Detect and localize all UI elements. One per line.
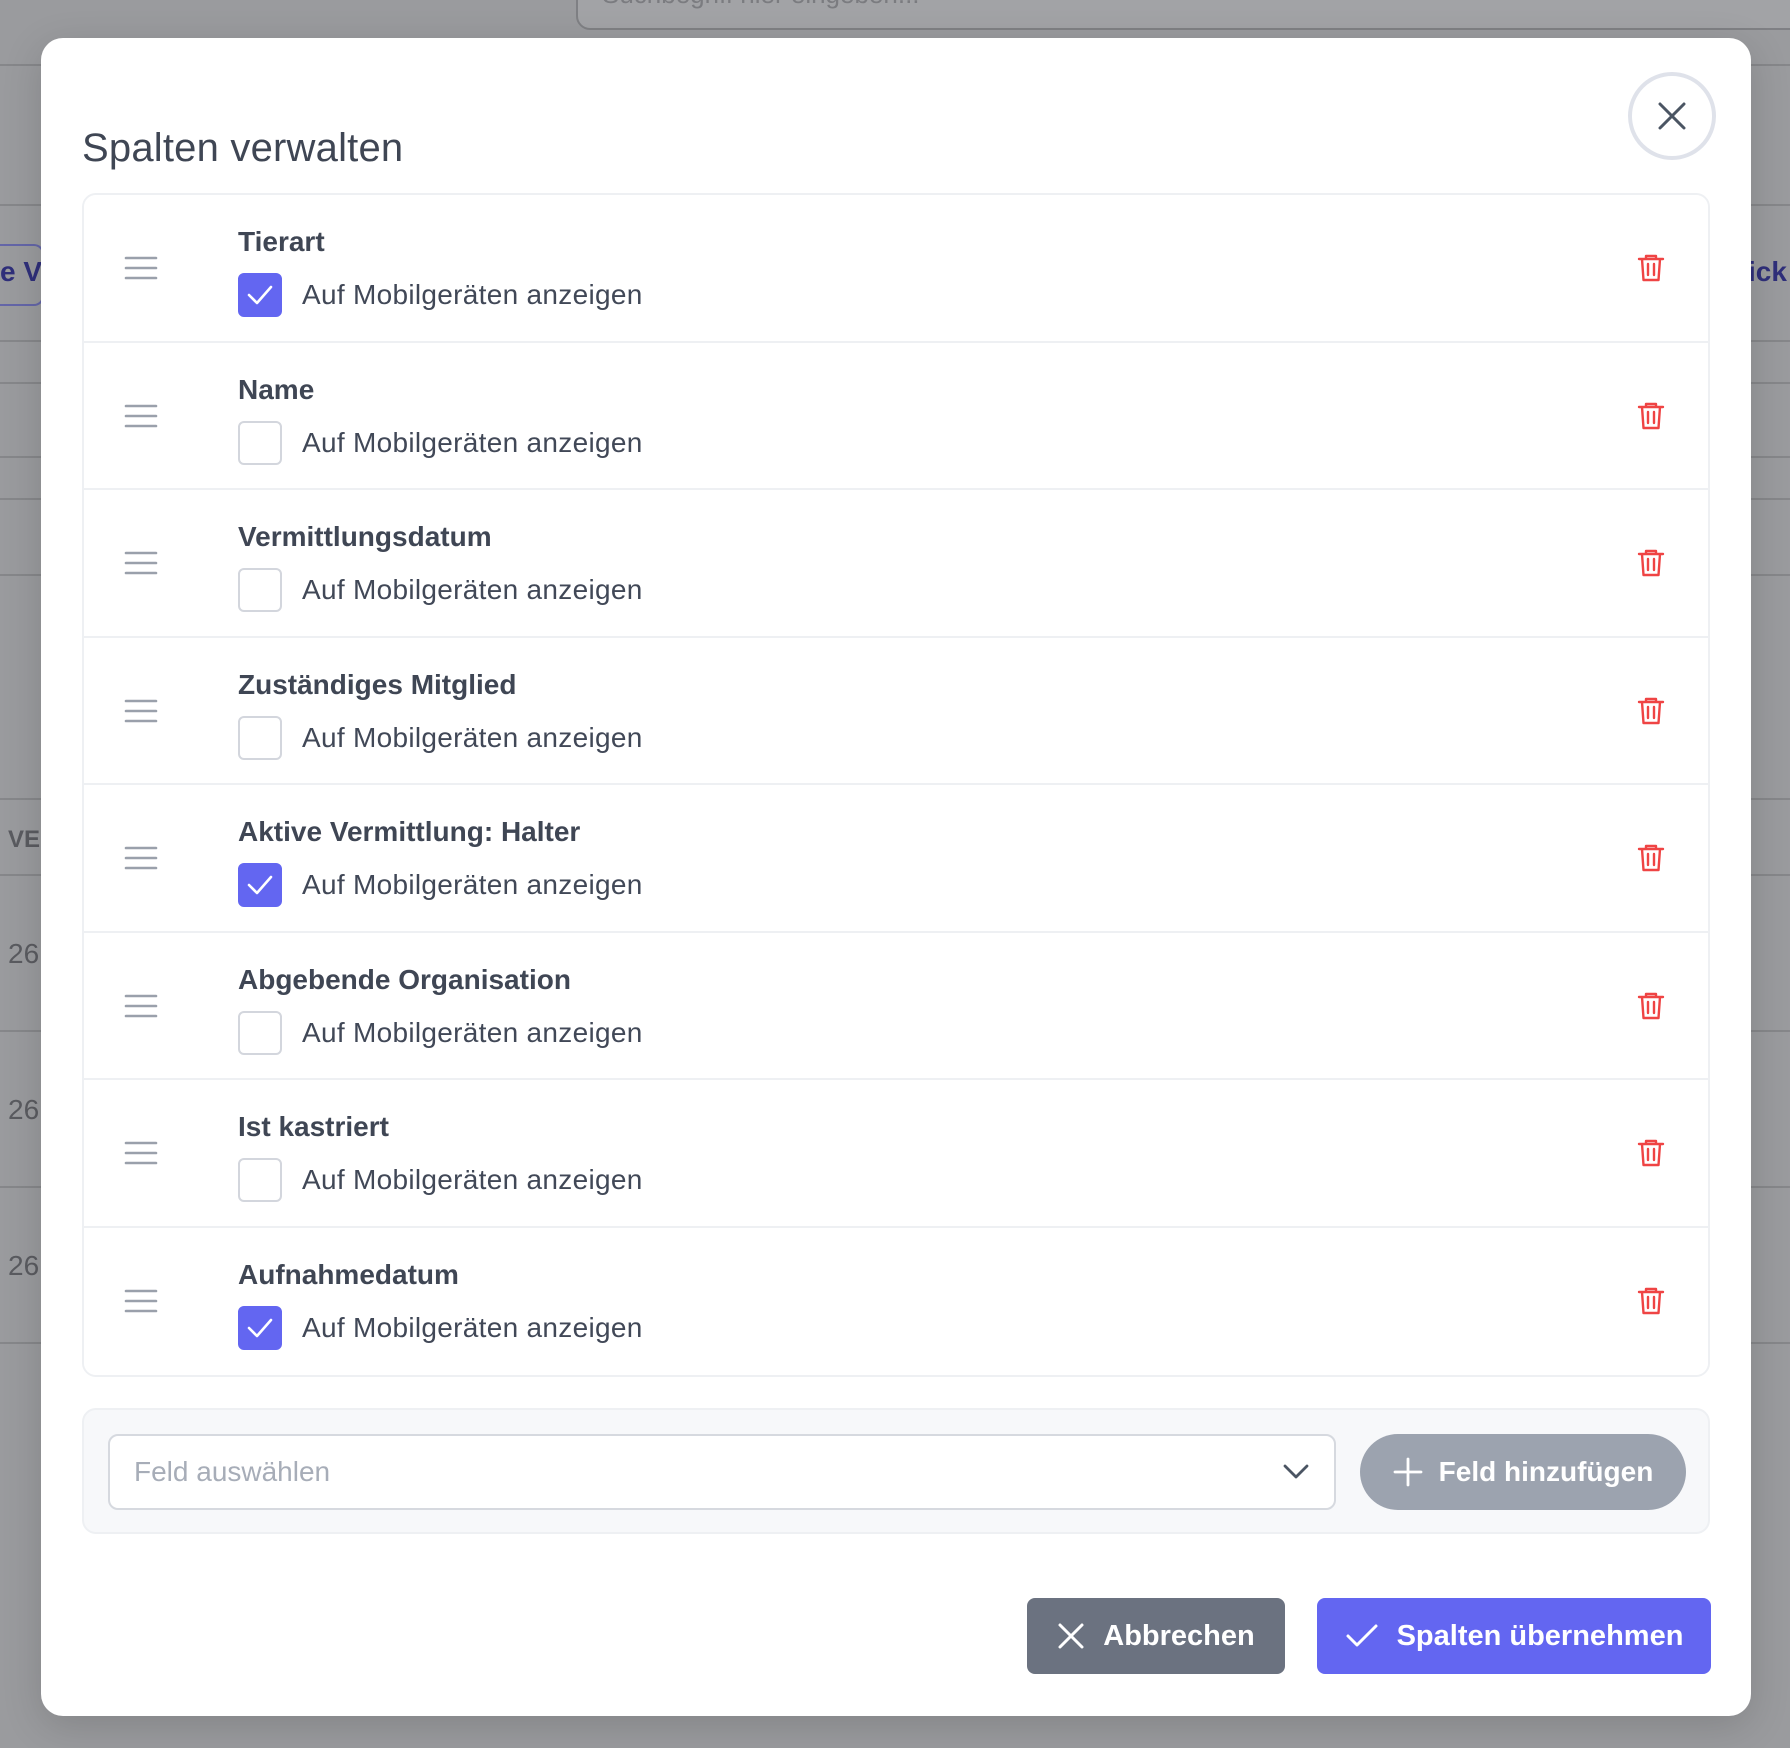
drag-handle-icon[interactable] bbox=[124, 843, 158, 873]
show-on-mobile-label: Auf Mobilgeräten anzeigen bbox=[302, 869, 643, 900]
background-search-input: Suchbegriff hier eingeben... bbox=[576, 0, 1790, 30]
drag-handle-icon[interactable] bbox=[124, 991, 158, 1021]
background-cell: 26 bbox=[8, 938, 40, 969]
column-name: Aufnahmedatum bbox=[238, 1258, 459, 1290]
delete-column-icon[interactable] bbox=[1634, 1284, 1668, 1318]
show-on-mobile-checkbox[interactable] bbox=[238, 1010, 282, 1055]
delete-column-icon[interactable] bbox=[1634, 694, 1668, 728]
show-on-mobile-toggle[interactable]: Auf Mobilgeräten anzeigen bbox=[238, 568, 643, 612]
close-icon bbox=[1058, 1623, 1084, 1649]
show-on-mobile-checkbox[interactable] bbox=[238, 568, 282, 612]
column-row: Ist kastriert Auf Mobilgeräten anzeigen bbox=[84, 1080, 1708, 1228]
show-on-mobile-toggle[interactable]: Auf Mobilgeräten anzeigen bbox=[238, 273, 643, 317]
column-row: Vermittlungsdatum Auf Mobilgeräten anzei… bbox=[84, 490, 1708, 638]
column-name: Zuständiges Mitglied bbox=[238, 668, 517, 700]
drag-handle-icon[interactable] bbox=[124, 548, 158, 578]
show-on-mobile-checkbox[interactable] bbox=[238, 1158, 282, 1202]
delete-column-icon[interactable] bbox=[1634, 546, 1668, 580]
delete-column-icon[interactable] bbox=[1634, 251, 1668, 285]
column-name: Aktive Vermittlung: Halter bbox=[238, 816, 581, 847]
show-on-mobile-label: Auf Mobilgeräten anzeigen bbox=[302, 1311, 643, 1343]
column-row: Name Auf Mobilgeräten anzeigen bbox=[84, 342, 1708, 490]
show-on-mobile-toggle[interactable]: Auf Mobilgeräten anzeigen bbox=[238, 1305, 643, 1350]
apply-columns-button-label: Spalten übernehmen bbox=[1396, 1619, 1684, 1652]
apply-columns-button[interactable]: Spalten übernehmen bbox=[1317, 1598, 1711, 1674]
column-list: Tierart Auf Mobilgeräten anzeigen Name A… bbox=[82, 193, 1710, 1377]
chevron-down-icon bbox=[1283, 1464, 1309, 1479]
delete-column-icon[interactable] bbox=[1634, 399, 1668, 433]
drag-handle-icon[interactable] bbox=[124, 1286, 158, 1316]
drag-handle-icon[interactable] bbox=[124, 1138, 158, 1168]
background-cell: 26 bbox=[8, 1250, 40, 1281]
check-icon bbox=[1346, 1624, 1378, 1647]
column-name: Name bbox=[238, 373, 315, 405]
dialog-title: Spalten verwalten bbox=[82, 126, 404, 170]
show-on-mobile-checkbox[interactable] bbox=[238, 863, 282, 907]
column-name: Abgebende Organisation bbox=[238, 963, 571, 995]
show-on-mobile-toggle[interactable]: Auf Mobilgeräten anzeigen bbox=[238, 1010, 643, 1055]
show-on-mobile-label: Auf Mobilgeräten anzeigen bbox=[302, 1164, 643, 1195]
show-on-mobile-label: Auf Mobilgeräten anzeigen bbox=[302, 574, 643, 605]
show-on-mobile-label: Auf Mobilgeräten anzeigen bbox=[302, 1016, 643, 1048]
plus-icon bbox=[1393, 1457, 1423, 1487]
background-link: ick bbox=[1748, 256, 1787, 287]
close-icon bbox=[1658, 102, 1686, 130]
field-select[interactable]: Feld auswählen bbox=[108, 1434, 1336, 1510]
drag-handle-icon[interactable] bbox=[124, 696, 158, 726]
column-row: Aufnahmedatum Auf Mobilgeräten anzeigen bbox=[84, 1227, 1708, 1375]
column-name: Vermittlungsdatum bbox=[238, 521, 492, 552]
show-on-mobile-toggle[interactable]: Auf Mobilgeräten anzeigen bbox=[238, 863, 643, 907]
show-on-mobile-toggle[interactable]: Auf Mobilgeräten anzeigen bbox=[238, 715, 643, 760]
show-on-mobile-checkbox[interactable] bbox=[238, 420, 282, 465]
column-row: Abgebende Organisation Auf Mobilgeräten … bbox=[84, 932, 1708, 1080]
check-icon bbox=[247, 285, 273, 305]
background-cell: 26 bbox=[8, 1094, 40, 1125]
column-name: Tierart bbox=[238, 226, 325, 257]
add-field-panel: Feld auswählen Feld hinzufügen bbox=[82, 1408, 1710, 1534]
close-button[interactable] bbox=[1628, 72, 1716, 160]
column-row: Zuständiges Mitglied Auf Mobilgeräten an… bbox=[84, 637, 1708, 785]
drag-handle-icon[interactable] bbox=[124, 401, 158, 431]
show-on-mobile-checkbox[interactable] bbox=[238, 1305, 282, 1350]
delete-column-icon[interactable] bbox=[1634, 989, 1668, 1023]
show-on-mobile-checkbox[interactable] bbox=[238, 715, 282, 760]
column-row: Aktive Vermittlung: Halter Auf Mobilgerä… bbox=[84, 785, 1708, 933]
show-on-mobile-label: Auf Mobilgeräten anzeigen bbox=[302, 279, 643, 310]
show-on-mobile-toggle[interactable]: Auf Mobilgeräten anzeigen bbox=[238, 420, 643, 465]
manage-columns-dialog: Spalten verwalten Tierart Auf Mobilgerät… bbox=[41, 38, 1751, 1716]
field-select-placeholder: Feld auswählen bbox=[134, 1456, 331, 1487]
show-on-mobile-label: Auf Mobilgeräten anzeigen bbox=[302, 721, 643, 753]
background-column-header: VE bbox=[8, 826, 41, 853]
show-on-mobile-toggle[interactable]: Auf Mobilgeräten anzeigen bbox=[238, 1158, 643, 1202]
check-icon bbox=[247, 1318, 273, 1337]
check-icon bbox=[247, 875, 273, 895]
cancel-button[interactable]: Abbrechen bbox=[1027, 1598, 1285, 1674]
drag-handle-icon[interactable] bbox=[124, 253, 158, 283]
delete-column-icon[interactable] bbox=[1634, 841, 1668, 875]
column-row: Tierart Auf Mobilgeräten anzeigen bbox=[84, 195, 1708, 343]
cancel-button-label: Abbrechen bbox=[1103, 1619, 1255, 1652]
delete-column-icon[interactable] bbox=[1634, 1136, 1668, 1170]
column-name: Ist kastriert bbox=[238, 1111, 389, 1142]
show-on-mobile-checkbox[interactable] bbox=[238, 273, 282, 317]
show-on-mobile-label: Auf Mobilgeräten anzeigen bbox=[302, 426, 643, 458]
add-field-button-label: Feld hinzufügen bbox=[1438, 1456, 1654, 1487]
add-field-button[interactable]: Feld hinzufügen bbox=[1360, 1434, 1686, 1510]
